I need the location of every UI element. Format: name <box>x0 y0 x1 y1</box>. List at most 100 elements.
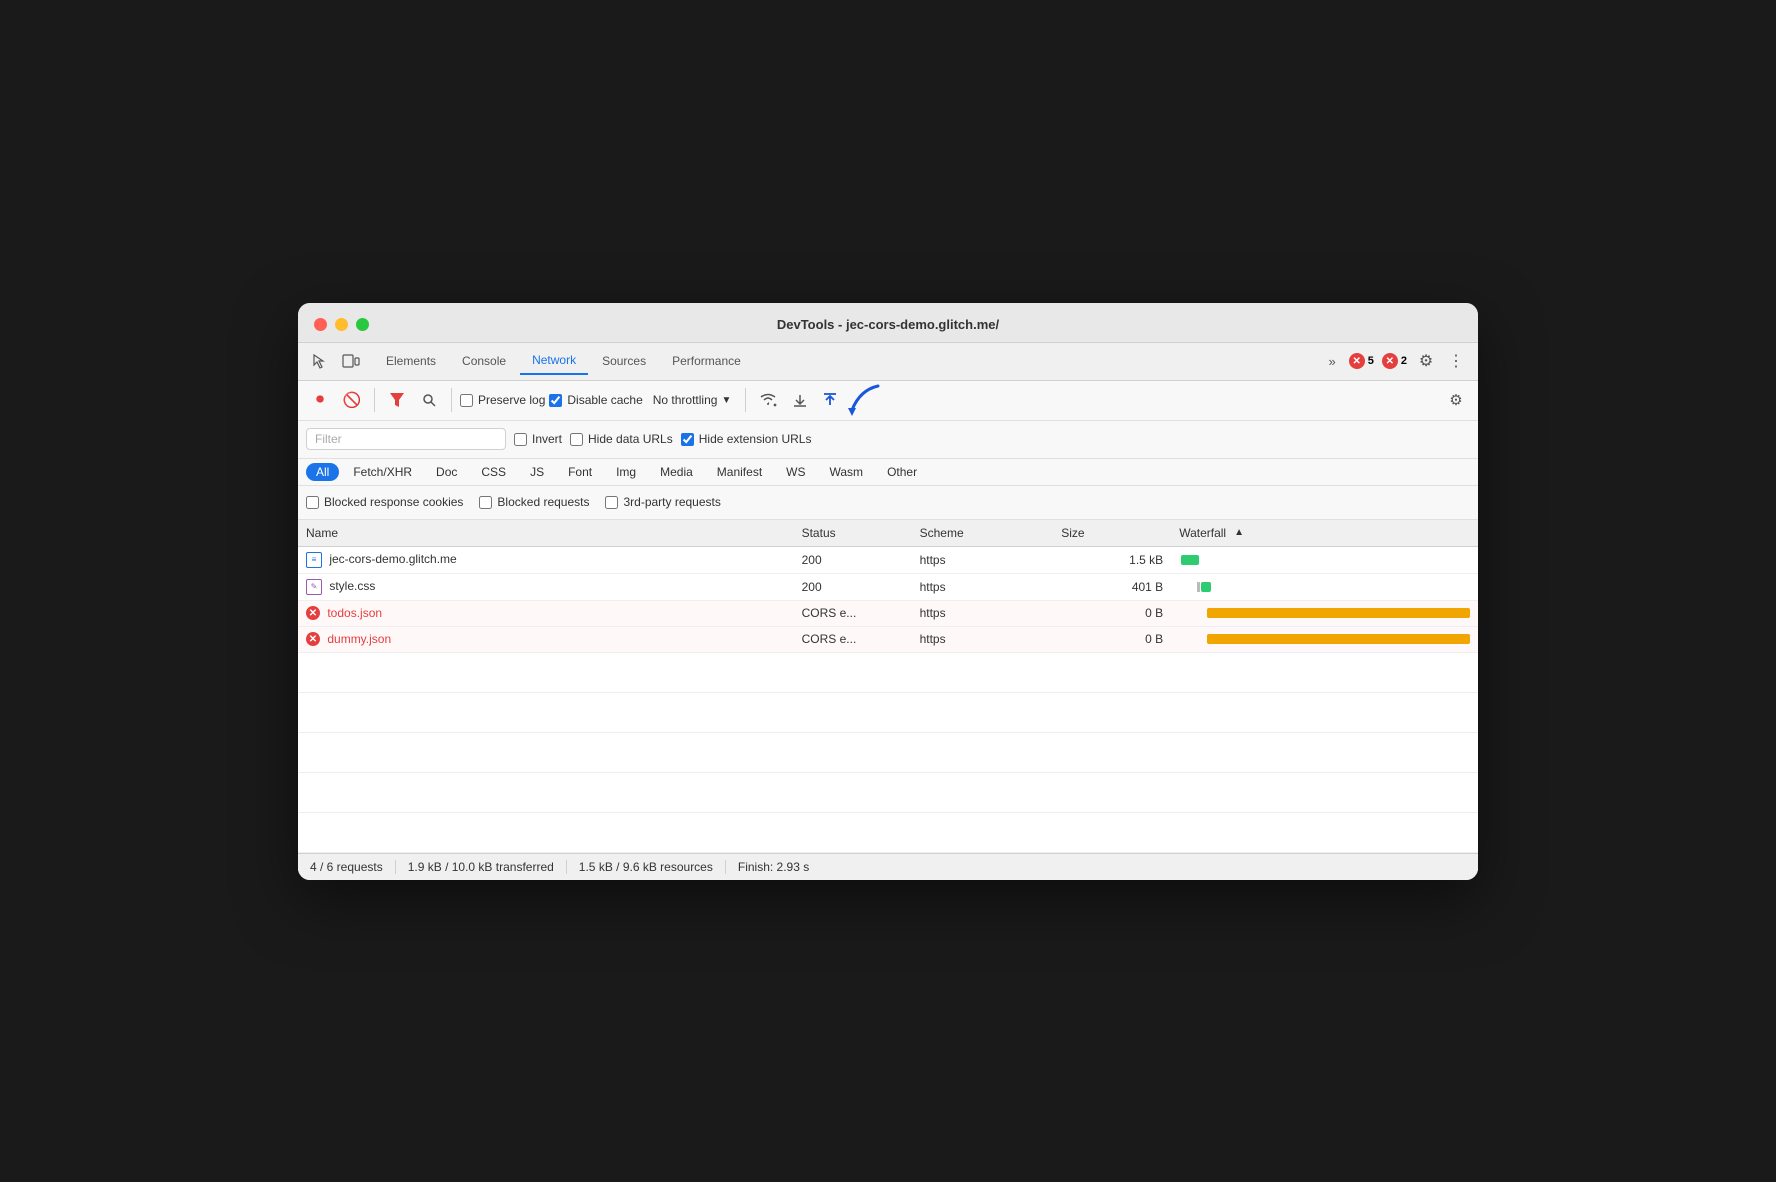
blocked-cookies-checkbox[interactable] <box>306 496 319 509</box>
filter-manifest-button[interactable]: Manifest <box>707 463 772 481</box>
title-bar: DevTools - jec-cors-demo.glitch.me/ <box>298 303 1478 343</box>
filter-media-button[interactable]: Media <box>650 463 703 481</box>
sort-icon: ▲ <box>1234 527 1244 538</box>
table-header-row: Name Status Scheme Size <box>298 520 1478 547</box>
filter-ws-button[interactable]: WS <box>776 463 815 481</box>
chevron-down-icon: ▼ <box>721 395 731 406</box>
minimize-button[interactable] <box>335 318 348 331</box>
network-table-container: Name Status Scheme Size <box>298 520 1478 853</box>
transferred-size: 1.9 kB / 10.0 kB transferred <box>396 860 567 874</box>
cell-status: CORS e... <box>794 600 912 626</box>
invert-label[interactable]: Invert <box>514 432 562 446</box>
empty-row <box>298 732 1478 772</box>
wifi-settings-button[interactable] <box>754 386 782 414</box>
error-icon: ✕ <box>306 632 320 646</box>
preserve-log-checkbox[interactable] <box>460 394 473 407</box>
blocked-requests-checkbox[interactable] <box>479 496 492 509</box>
cell-waterfall <box>1171 600 1478 626</box>
hide-extension-urls-label[interactable]: Hide extension URLs <box>681 432 812 446</box>
table-row[interactable]: ✕ todos.json CORS e... https 0 B <box>298 600 1478 626</box>
disable-cache-label[interactable]: Disable cache <box>549 393 642 407</box>
cell-status: CORS e... <box>794 626 912 652</box>
more-options-button[interactable]: ⋮ <box>1442 347 1470 375</box>
throttle-selector[interactable]: No throttling ▼ <box>647 391 738 409</box>
filter-img-button[interactable]: Img <box>606 463 646 481</box>
col-header-name[interactable]: Name <box>298 520 794 547</box>
error-icon: ✕ <box>306 606 320 620</box>
filter-wasm-button[interactable]: Wasm <box>820 463 874 481</box>
cell-size: 401 B <box>1053 573 1171 600</box>
network-table: Name Status Scheme Size <box>298 520 1478 853</box>
toolbar-divider-2 <box>451 388 452 412</box>
table-row[interactable]: ✕ dummy.json CORS e... https 0 B <box>298 626 1478 652</box>
filter-button[interactable] <box>383 386 411 414</box>
cell-name: ✕ todos.json <box>298 600 794 626</box>
table-row[interactable]: ≡ jec-cors-demo.glitch.me 200 https 1.5 … <box>298 546 1478 573</box>
import-export-group <box>786 386 844 414</box>
devtools-body: Elements Console Network Sources Perform… <box>298 343 1478 880</box>
traffic-lights <box>314 318 369 331</box>
hide-extension-urls-checkbox[interactable] <box>681 433 694 446</box>
network-toolbar: ⏺ 🚫 Preserve log Disable <box>298 381 1478 421</box>
tab-sources[interactable]: Sources <box>590 348 658 374</box>
filter-other-button[interactable]: Other <box>877 463 927 481</box>
tab-network[interactable]: Network <box>520 347 588 375</box>
invert-checkbox[interactable] <box>514 433 527 446</box>
col-header-size[interactable]: Size <box>1053 520 1171 547</box>
preserve-log-label[interactable]: Preserve log <box>460 393 545 407</box>
col-header-status[interactable]: Status <box>794 520 912 547</box>
device-toolbar-icon[interactable] <box>338 348 364 374</box>
status-bar: 4 / 6 requests 1.9 kB / 10.0 kB transfer… <box>298 853 1478 880</box>
close-button[interactable] <box>314 318 327 331</box>
network-settings-button[interactable]: ⚙ <box>1442 386 1470 414</box>
hide-data-urls-label[interactable]: Hide data URLs <box>570 432 673 446</box>
tab-console[interactable]: Console <box>450 348 518 374</box>
window-title: DevTools - jec-cors-demo.glitch.me/ <box>777 317 999 332</box>
error-badge-1[interactable]: ✕ 5 <box>1349 353 1374 369</box>
cell-scheme: https <box>912 546 1054 573</box>
more-tabs-button[interactable]: » <box>1321 350 1344 373</box>
cell-size: 1.5 kB <box>1053 546 1171 573</box>
maximize-button[interactable] <box>356 318 369 331</box>
blocked-requests-label[interactable]: Blocked requests <box>479 495 589 509</box>
table-row[interactable]: ✎ style.css 200 https 401 B <box>298 573 1478 600</box>
finish-time: Finish: 2.93 s <box>726 860 821 874</box>
error-badge-2[interactable]: ✕ 2 <box>1382 353 1407 369</box>
cursor-icon[interactable] <box>306 348 332 374</box>
filter-all-button[interactable]: All <box>306 463 339 481</box>
col-header-scheme[interactable]: Scheme <box>912 520 1054 547</box>
empty-row <box>298 692 1478 732</box>
filter-js-button[interactable]: JS <box>520 463 554 481</box>
disable-cache-checkbox[interactable] <box>549 394 562 407</box>
filter-fetch-xhr-button[interactable]: Fetch/XHR <box>343 463 422 481</box>
third-party-checkbox[interactable] <box>605 496 618 509</box>
resources-size: 1.5 kB / 9.6 kB resources <box>567 860 726 874</box>
import-button[interactable] <box>786 386 814 414</box>
cell-scheme: https <box>912 626 1054 652</box>
filter-bar: Invert Hide data URLs Hide extension URL… <box>298 421 1478 459</box>
export-button[interactable] <box>816 386 844 414</box>
waterfall-bar-grey <box>1197 582 1200 592</box>
filter-input[interactable] <box>306 428 506 450</box>
record-button[interactable]: ⏺ <box>306 386 334 414</box>
settings-button[interactable]: ⚙ <box>1412 347 1440 375</box>
cell-waterfall <box>1171 573 1478 600</box>
hide-data-urls-checkbox[interactable] <box>570 433 583 446</box>
tab-elements[interactable]: Elements <box>374 348 448 374</box>
search-button[interactable] <box>415 386 443 414</box>
filter-font-button[interactable]: Font <box>558 463 602 481</box>
toolbar-divider-1 <box>374 388 375 412</box>
cell-name: ≡ jec-cors-demo.glitch.me <box>298 546 794 573</box>
filter-css-button[interactable]: CSS <box>471 463 516 481</box>
blue-arrow-annotation <box>840 382 880 423</box>
cell-size: 0 B <box>1053 600 1171 626</box>
cell-waterfall <box>1171 626 1478 652</box>
col-header-waterfall[interactable]: Waterfall ▲ <box>1171 520 1478 547</box>
tab-performance[interactable]: Performance <box>660 348 753 374</box>
filter-doc-button[interactable]: Doc <box>426 463 467 481</box>
html-file-icon: ≡ <box>306 552 322 568</box>
clear-button[interactable]: 🚫 <box>338 386 366 414</box>
waterfall-bar <box>1201 582 1211 592</box>
third-party-label[interactable]: 3rd-party requests <box>605 495 720 509</box>
blocked-cookies-label[interactable]: Blocked response cookies <box>306 495 463 509</box>
